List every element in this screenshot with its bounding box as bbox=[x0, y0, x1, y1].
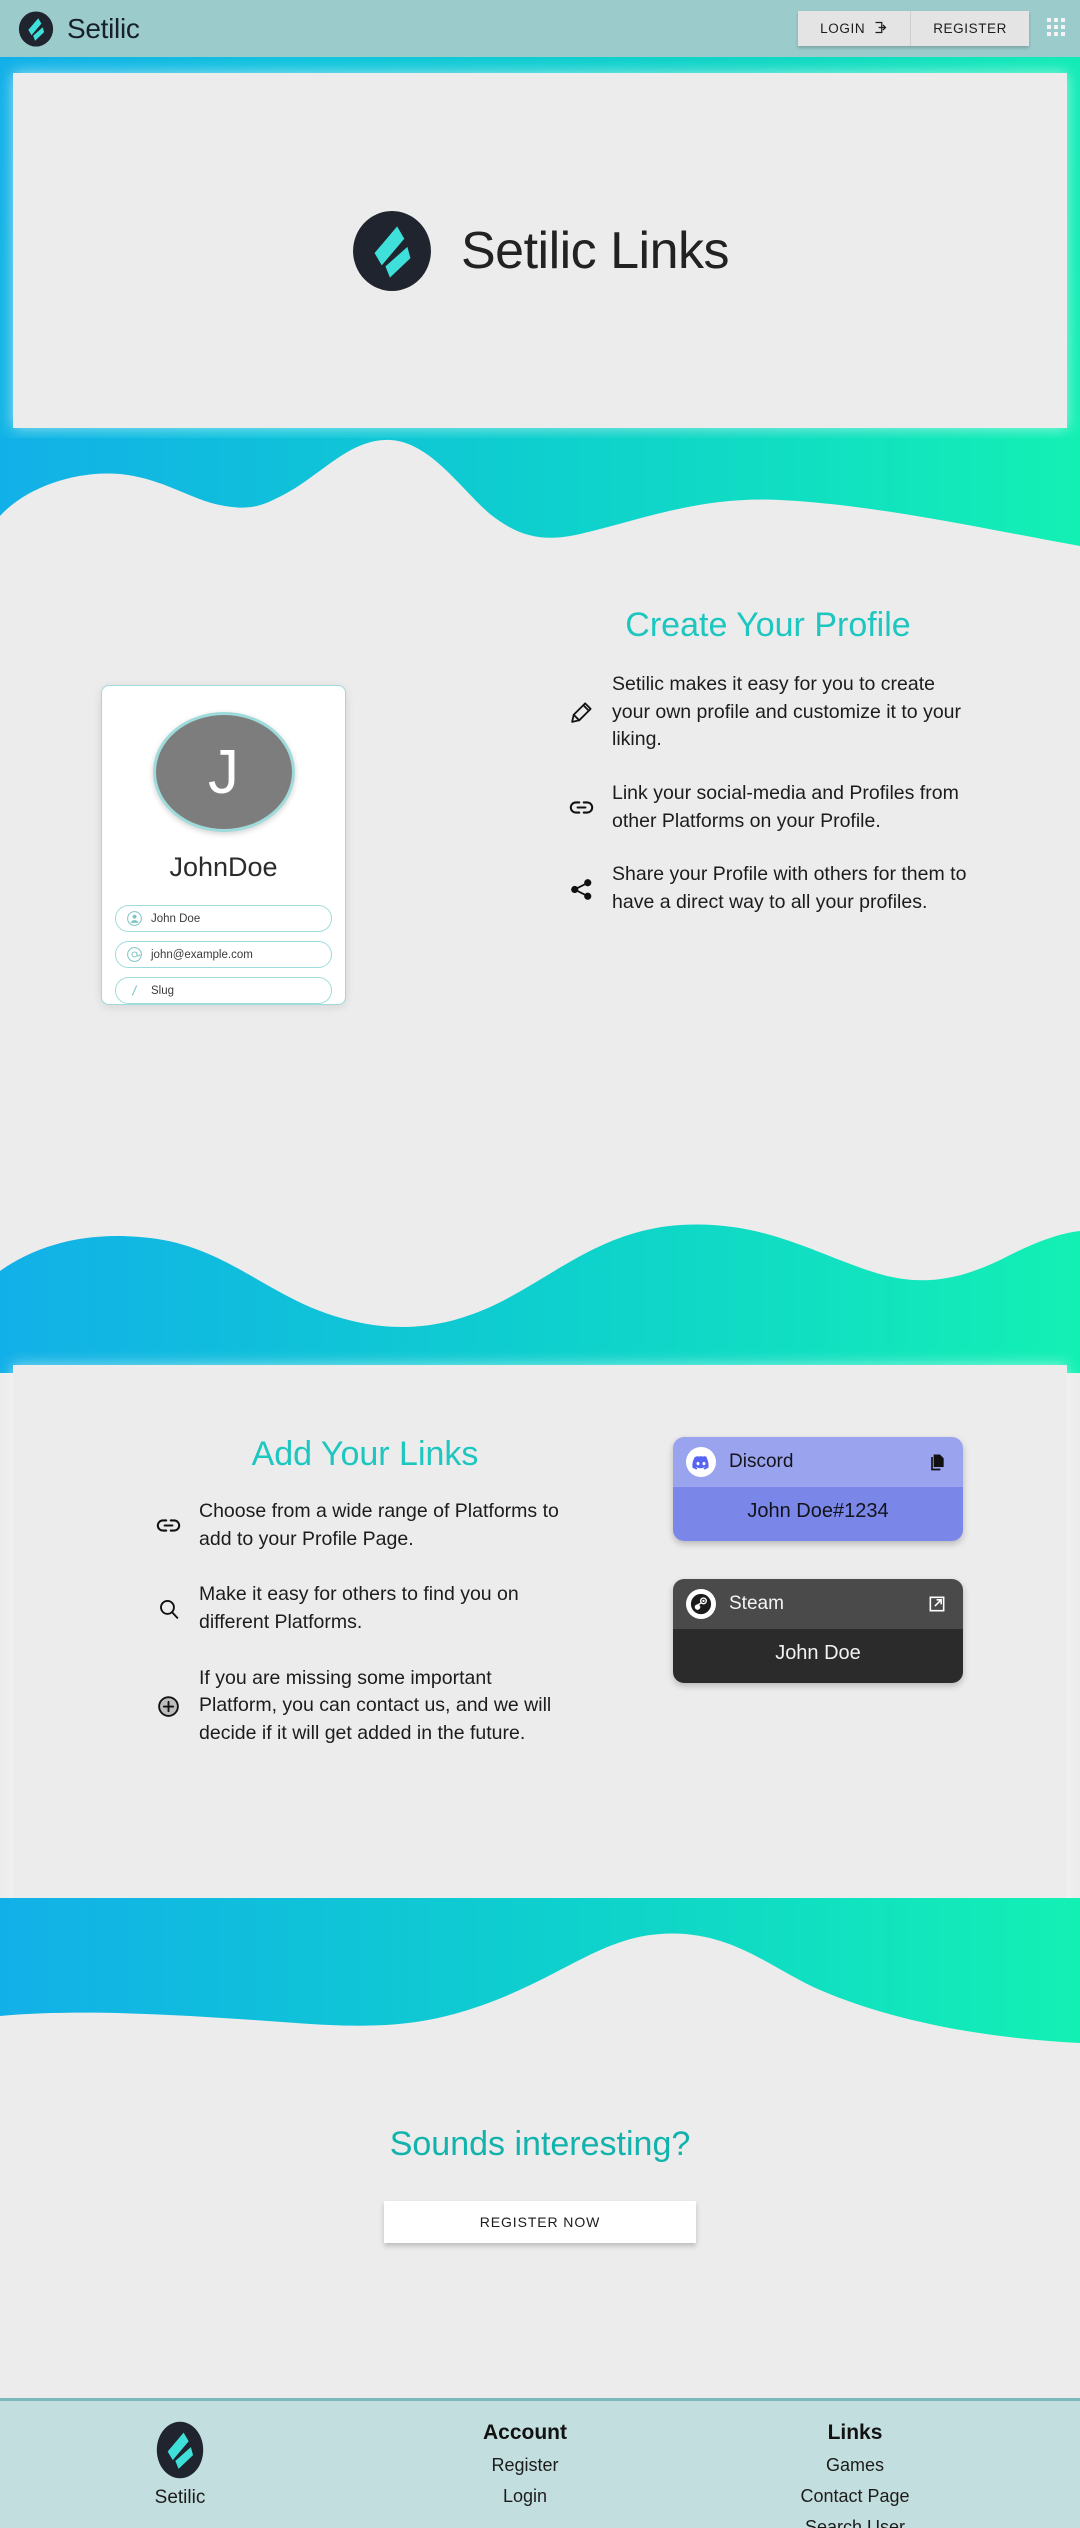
footer-setilic-logo-icon bbox=[151, 2421, 209, 2479]
top-navigation-bar: Setilic LOGIN REGISTER bbox=[0, 0, 1080, 57]
footer-link-register[interactable]: Register bbox=[360, 2455, 690, 2476]
copy-icon[interactable] bbox=[926, 1451, 948, 1473]
profile-fields: John Doe john@example.com Slug bbox=[102, 905, 345, 1004]
footer-brand-name: Setilic bbox=[154, 2487, 206, 2508]
login-button[interactable]: LOGIN bbox=[798, 11, 911, 46]
feature-text: Choose from a wide range of Platforms to… bbox=[199, 1500, 559, 1550]
add-links-title: Add Your Links bbox=[251, 1435, 479, 1473]
feature-item: If you are missing some important Platfo… bbox=[155, 1665, 575, 1748]
nav-actions: LOGIN REGISTER bbox=[798, 11, 1080, 46]
email-field[interactable]: john@example.com bbox=[115, 941, 332, 968]
link-icon bbox=[568, 794, 595, 821]
search-icon bbox=[155, 1597, 182, 1622]
name-field[interactable]: John Doe bbox=[115, 905, 332, 932]
wave-divider-3 bbox=[0, 1898, 1080, 2048]
brand-name: Setilic bbox=[67, 12, 140, 44]
register-button[interactable]: REGISTER bbox=[910, 11, 1029, 46]
footer-column-account: Account Register Login bbox=[360, 2421, 690, 2528]
feature-text: Make it easy for others to find you on d… bbox=[199, 1583, 519, 1634]
create-profile-feature-list: Setilic makes it easy for you to create … bbox=[568, 671, 968, 917]
footer-link-login[interactable]: Login bbox=[360, 2486, 690, 2507]
feature-item: Choose from a wide range of Platforms to… bbox=[155, 1498, 575, 1553]
create-profile-content: Create Your Profile Setilic makes it eas… bbox=[568, 606, 968, 917]
avatar-initial: J bbox=[208, 737, 239, 807]
avatar: J bbox=[152, 712, 295, 832]
add-links-panel: Add Your Links Choose from a wide range … bbox=[13, 1365, 1067, 1915]
footer-link-search-user[interactable]: Search User bbox=[690, 2517, 1020, 2528]
feature-text: If you are missing some important Platfo… bbox=[199, 1666, 552, 1745]
steam-platform-name: Steam bbox=[729, 1593, 784, 1614]
at-icon bbox=[127, 947, 142, 962]
discord-platform-name: Discord bbox=[729, 1451, 794, 1472]
login-label: LOGIN bbox=[820, 21, 866, 36]
auth-button-group: LOGIN REGISTER bbox=[798, 11, 1029, 46]
footer-column-links: Links Games Contact Page Search User bbox=[690, 2421, 1020, 2528]
steam-card-header: Steam bbox=[673, 1579, 963, 1629]
feature-item: Setilic makes it easy for you to create … bbox=[568, 671, 968, 754]
slash-icon bbox=[127, 983, 142, 998]
hero-card: Setilic Links bbox=[13, 73, 1067, 428]
platform-card-list: Discord John Doe#1234 Steam John Doe bbox=[673, 1437, 993, 1683]
cta-section: Sounds interesting? REGISTER NOW bbox=[0, 2125, 1080, 2243]
apps-grid-icon[interactable] bbox=[1047, 18, 1068, 39]
setilic-logo-icon bbox=[18, 10, 54, 47]
add-links-feature-list: Choose from a wide range of Platforms to… bbox=[155, 1498, 575, 1748]
wave-divider-1 bbox=[0, 438, 1080, 568]
wave-divider-2 bbox=[0, 1224, 1080, 1373]
discord-card-header: Discord bbox=[673, 1437, 963, 1487]
feature-text: Link your social-media and Profiles from… bbox=[612, 782, 959, 832]
footer-column-title: Links bbox=[827, 2421, 883, 2444]
feature-item: Link your social-media and Profiles from… bbox=[568, 780, 968, 835]
discord-icon bbox=[686, 1447, 716, 1477]
feature-item: Share your Profile with others for them … bbox=[568, 861, 968, 916]
cta-title: Sounds interesting? bbox=[389, 2125, 691, 2163]
name-field-value: John Doe bbox=[151, 912, 201, 925]
steam-link-card[interactable]: Steam John Doe bbox=[673, 1579, 963, 1683]
create-profile-title: Create Your Profile bbox=[625, 606, 911, 644]
feature-text: Share your Profile with others for them … bbox=[612, 863, 967, 914]
steam-icon bbox=[686, 1589, 716, 1619]
feature-item: Make it easy for others to find you on d… bbox=[155, 1581, 575, 1636]
hero-title: Setilic Links bbox=[460, 221, 730, 280]
external-link-icon[interactable] bbox=[926, 1593, 948, 1615]
profile-preview-card: J JohnDoe John Doe john@example.com Slug bbox=[101, 685, 346, 1005]
feature-text: Setilic makes it easy for you to create … bbox=[612, 673, 962, 751]
share-icon bbox=[568, 877, 595, 902]
steam-card-value: John Doe bbox=[673, 1629, 963, 1683]
pencil-icon bbox=[568, 700, 595, 725]
link-icon bbox=[155, 1512, 182, 1539]
profile-username: JohnDoe bbox=[169, 852, 278, 882]
footer-link-contact-page[interactable]: Contact Page bbox=[690, 2486, 1020, 2507]
discord-link-card[interactable]: Discord John Doe#1234 bbox=[673, 1437, 963, 1541]
footer-column-title: Account bbox=[483, 2421, 567, 2444]
email-field-value: john@example.com bbox=[151, 948, 253, 961]
slug-field-value: Slug bbox=[151, 984, 175, 997]
brand[interactable]: Setilic bbox=[18, 10, 140, 47]
register-now-button[interactable]: REGISTER NOW bbox=[384, 2201, 696, 2243]
hero-setilic-logo-icon bbox=[351, 210, 433, 292]
register-label: REGISTER bbox=[933, 21, 1007, 36]
add-links-content: Add Your Links Choose from a wide range … bbox=[155, 1435, 575, 1748]
footer-brand[interactable]: Setilic bbox=[0, 2421, 360, 2528]
login-arrow-icon bbox=[873, 20, 888, 38]
footer-link-games[interactable]: Games bbox=[690, 2455, 1020, 2476]
discord-card-value: John Doe#1234 bbox=[673, 1487, 963, 1541]
slug-field[interactable]: Slug bbox=[115, 977, 332, 1004]
plus-circle-icon bbox=[155, 1694, 182, 1719]
footer: Setilic Account Register Login Links Gam… bbox=[0, 2398, 1080, 2528]
create-profile-section: J JohnDoe John Doe john@example.com Slug… bbox=[0, 560, 1080, 1220]
person-icon bbox=[127, 911, 142, 926]
landing-page: Setilic LOGIN REGISTER Setilic Links J J… bbox=[0, 0, 1080, 2528]
